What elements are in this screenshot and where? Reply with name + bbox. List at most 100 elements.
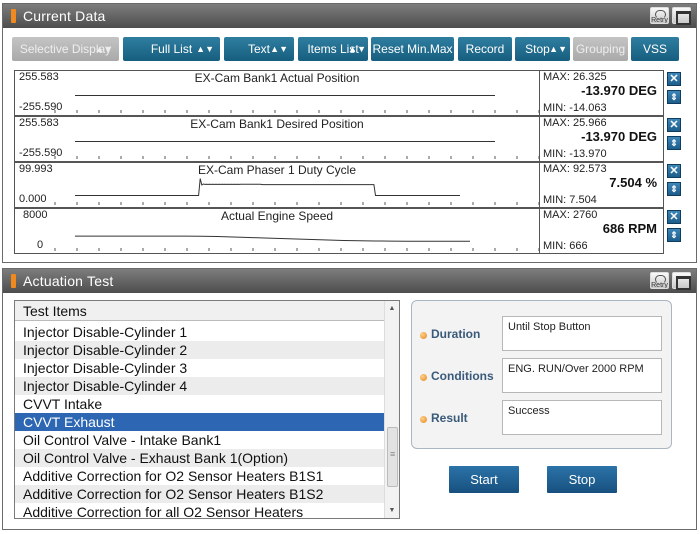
meter-value: 7.504 % bbox=[609, 175, 657, 190]
meter-value: 686 RPM bbox=[602, 221, 657, 236]
close-icon[interactable]: ✕ bbox=[667, 72, 681, 86]
reset-min-max-button[interactable]: Reset Min.Max bbox=[371, 37, 454, 61]
list-item[interactable]: Injector Disable-Cylinder 4 bbox=[15, 377, 385, 395]
row-controls: ✕ ⇕ bbox=[667, 162, 683, 208]
scroll-up-icon[interactable]: ▲ bbox=[385, 301, 399, 316]
header-marker-icon bbox=[11, 274, 16, 288]
current-data-header: Current Data Retry bbox=[3, 4, 696, 28]
header-marker-icon bbox=[11, 9, 16, 23]
row-controls: ✕ ⇕ bbox=[667, 70, 683, 116]
result-row: Result Success bbox=[412, 400, 673, 436]
actuation-test-title: Actuation Test bbox=[23, 273, 114, 289]
button-label: VSS bbox=[642, 42, 667, 56]
spinner-icon: ▲▼ bbox=[270, 44, 288, 54]
close-icon[interactable]: ✕ bbox=[667, 164, 681, 178]
row-controls: ✕ ⇕ bbox=[667, 208, 683, 254]
text-button[interactable]: Text ▲▼ bbox=[224, 37, 294, 61]
full-list-button[interactable]: Full List ▲▼ bbox=[123, 37, 220, 61]
duration-value: Until Stop Button bbox=[502, 316, 662, 351]
maximize-icon[interactable] bbox=[672, 7, 691, 25]
list-item[interactable]: Injector Disable-Cylinder 2 bbox=[15, 341, 385, 359]
items-list-button[interactable]: Items List ▲▼ bbox=[298, 37, 368, 61]
vss-button[interactable]: VSS bbox=[631, 37, 679, 61]
bullet-icon bbox=[420, 416, 427, 423]
scroll-thumb[interactable] bbox=[387, 427, 398, 487]
trend-plot: 255.583 EX-Cam Bank1 Desired Position -2… bbox=[14, 116, 539, 162]
list-item[interactable]: Injector Disable-Cylinder 3 bbox=[15, 359, 385, 377]
meter-max: MAX: 26.325 bbox=[543, 71, 607, 83]
list-item[interactable]: Additive Correction for all O2 Sensor He… bbox=[15, 503, 385, 518]
button-label: Full List bbox=[150, 42, 193, 56]
duration-row: Duration Until Stop Button bbox=[412, 316, 673, 352]
spinner-icon: ▲▼ bbox=[196, 44, 214, 54]
bullet-icon bbox=[420, 332, 427, 339]
trend-chart bbox=[54, 235, 539, 251]
list-scrollbar[interactable]: ▲ ▼ bbox=[384, 301, 399, 518]
conditions-row: Conditions ENG. RUN/Over 2000 RPM bbox=[412, 358, 673, 394]
meter-min: MIN: 666 bbox=[543, 240, 588, 252]
list-item-selected[interactable]: CVVT Exhaust bbox=[15, 413, 385, 431]
grouping-button[interactable]: Grouping bbox=[573, 37, 628, 61]
button-label: Reset Min.Max bbox=[372, 42, 453, 56]
sensor-row[interactable]: 255.583 EX-Cam Bank1 Actual Position -25… bbox=[14, 70, 684, 116]
list-item[interactable]: CVVT Intake bbox=[15, 395, 385, 413]
trend-line bbox=[75, 235, 470, 242]
button-label: Record bbox=[465, 42, 505, 56]
value-meter: MAX: 2760 686 RPM MIN: 666 bbox=[539, 208, 664, 254]
conditions-label: Conditions bbox=[431, 369, 494, 383]
close-icon[interactable]: ✕ bbox=[667, 210, 681, 224]
trend-plot: 255.583 EX-Cam Bank1 Actual Position -25… bbox=[14, 70, 539, 116]
reorder-icon[interactable]: ⇕ bbox=[667, 90, 681, 104]
trend-chart bbox=[54, 141, 539, 159]
list-item[interactable]: Oil Control Valve - Exhaust Bank 1(Optio… bbox=[15, 449, 385, 467]
selective-display-button[interactable]: Selective Display ▲▼ bbox=[12, 37, 119, 61]
retry-icon[interactable]: Retry bbox=[650, 7, 669, 24]
list-item[interactable]: Oil Control Valve - Intake Bank1 bbox=[15, 431, 385, 449]
list-item[interactable]: Additive Correction for O2 Sensor Heater… bbox=[15, 485, 385, 503]
stop-button[interactable]: Stop ▲▼ bbox=[515, 37, 570, 61]
meter-value: -13.970 DEG bbox=[581, 129, 657, 144]
meter-min: MIN: -13.970 bbox=[543, 148, 607, 160]
result-label: Result bbox=[431, 411, 468, 425]
test-details-box: Duration Until Stop Button Conditions EN… bbox=[411, 300, 672, 449]
reorder-icon[interactable]: ⇕ bbox=[667, 136, 681, 150]
close-icon[interactable]: ✕ bbox=[667, 118, 681, 132]
list-item[interactable]: Injector Disable-Cylinder 1 bbox=[15, 323, 385, 341]
meter-min: MIN: 7.504 bbox=[543, 194, 597, 206]
spinner-icon: ▲▼ bbox=[549, 44, 567, 54]
sensor-row[interactable]: 8000 Actual Engine Speed 0 MAX: 2760 686… bbox=[14, 208, 684, 254]
button-label: Grouping bbox=[575, 42, 626, 56]
test-items-list: Test Items Injector Disable-Cylinder 1 In… bbox=[14, 300, 400, 519]
reorder-icon[interactable]: ⇕ bbox=[667, 182, 681, 196]
trend-chart bbox=[54, 178, 539, 205]
record-button[interactable]: Record bbox=[458, 37, 512, 61]
meter-value: -13.970 DEG bbox=[581, 83, 657, 98]
bullet-icon bbox=[420, 374, 427, 381]
retry-icon[interactable]: Retry bbox=[650, 272, 669, 289]
trend-plot: 99.993 EX-Cam Phaser 1 Duty Cycle 0.000 bbox=[14, 162, 539, 208]
value-meter: MAX: 92.573 7.504 % MIN: 7.504 bbox=[539, 162, 664, 208]
meter-min: MIN: -14.063 bbox=[543, 102, 607, 114]
current-data-title: Current Data bbox=[23, 8, 106, 24]
sensor-rows: 255.583 EX-Cam Bank1 Actual Position -25… bbox=[14, 70, 684, 254]
button-label: Text bbox=[247, 42, 270, 56]
value-meter: MAX: 26.325 -13.970 DEG MIN: -14.063 bbox=[539, 70, 664, 116]
reorder-icon[interactable]: ⇕ bbox=[667, 228, 681, 242]
list-header: Test Items bbox=[15, 301, 385, 321]
meter-max: MAX: 2760 bbox=[543, 209, 598, 221]
sensor-row[interactable]: 99.993 EX-Cam Phaser 1 Duty Cycle 0.000 … bbox=[14, 162, 684, 208]
list-item[interactable]: Additive Correction for O2 Sensor Heater… bbox=[15, 467, 385, 485]
trend-line bbox=[75, 178, 460, 196]
scroll-down-icon[interactable]: ▼ bbox=[385, 503, 399, 518]
button-label: Stop bbox=[525, 42, 550, 56]
maximize-icon[interactable] bbox=[672, 272, 691, 290]
duration-label: Duration bbox=[431, 327, 481, 341]
spinner-icon: ▲▼ bbox=[348, 44, 366, 54]
trend-chart bbox=[54, 95, 539, 113]
start-button[interactable]: Start bbox=[449, 466, 519, 493]
sensor-row[interactable]: 255.583 EX-Cam Bank1 Desired Position -2… bbox=[14, 116, 684, 162]
spinner-icon: ▲▼ bbox=[95, 44, 113, 54]
conditions-value: ENG. RUN/Over 2000 RPM bbox=[502, 358, 662, 393]
value-meter: MAX: 25.966 -13.970 DEG MIN: -13.970 bbox=[539, 116, 664, 162]
stop-test-button[interactable]: Stop bbox=[547, 466, 617, 493]
